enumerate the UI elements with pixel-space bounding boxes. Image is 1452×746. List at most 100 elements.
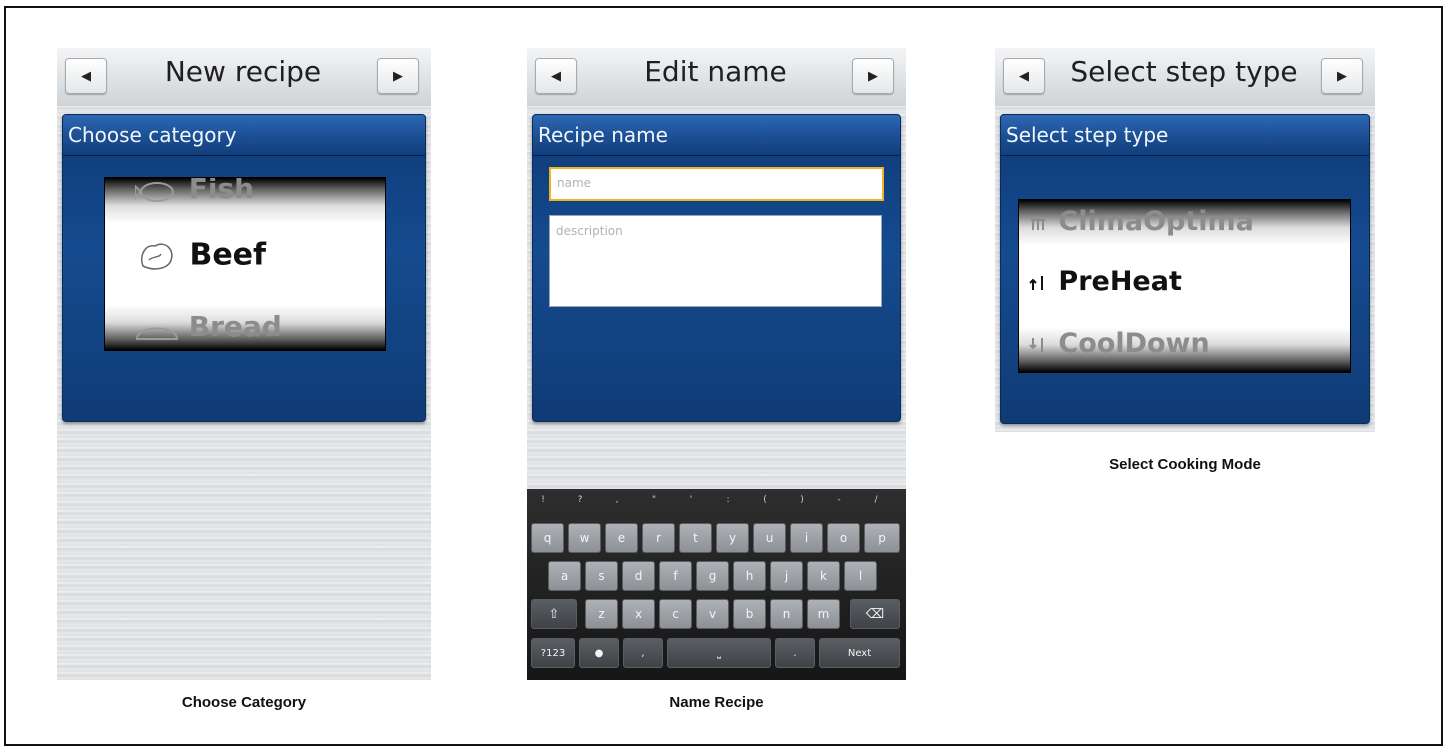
key-d[interactable]: d [622,561,655,591]
wheel-item-fish[interactable]: Fish [135,177,385,205]
screen-title: Select step type [1070,55,1298,88]
key-e[interactable]: e [605,523,638,553]
caption-select-cooking-mode: Select Cooking Mode [1109,456,1261,473]
key-j[interactable]: j [770,561,803,591]
onscreen-keyboard: ! ? , " ' : ( ) - / q w e r t y u i o p … [527,489,906,680]
cooldown-icon [1029,337,1043,352]
symbol-hint-row: ! ? , " ' : ( ) - / [527,495,906,513]
screen-select-step-type: ◀ Select step type ▶ Select step type Cl… [995,48,1375,432]
description-placeholder: description [556,224,623,238]
key-g[interactable]: g [696,561,729,591]
next-button[interactable]: ▶ [852,58,894,94]
wheel-item-label: Beef [189,237,267,273]
backspace-key[interactable]: ⌫ [850,599,900,629]
wheel-item-label: CoolDown [1058,328,1210,359]
prev-button[interactable]: ◀ [1003,58,1045,94]
top-bar: ◀ Edit name ▶ [527,48,906,106]
arrow-left-icon: ◀ [551,68,561,84]
preheat-icon [1029,275,1043,290]
key-n[interactable]: n [770,599,803,629]
mic-key[interactable]: ● [579,638,619,668]
key-q[interactable]: q [531,523,564,553]
symbol-hint: , [615,495,619,505]
key-z[interactable]: z [585,599,618,629]
top-bar: ◀ New recipe ▶ [57,48,431,106]
prev-button[interactable]: ◀ [535,58,577,94]
panel-title: Recipe name [538,123,668,147]
key-u[interactable]: u [753,523,786,553]
key-x[interactable]: x [622,599,655,629]
category-panel: Choose category Fish Beef Bread [62,114,426,422]
step-type-wheel[interactable]: ClimaOptima PreHeat CoolDown [1018,199,1351,373]
panel-title: Choose category [68,123,237,147]
key-w[interactable]: w [568,523,601,553]
key-v[interactable]: v [696,599,729,629]
next-button[interactable]: ▶ [1321,58,1363,94]
key-m[interactable]: m [807,599,840,629]
screen-title: New recipe [164,55,322,88]
symbol-hint: - [837,495,841,505]
top-bar: ◀ Select step type ▶ [995,48,1375,106]
next-key[interactable]: Next [819,638,900,668]
space-key[interactable]: ⎵ [667,638,771,668]
key-o[interactable]: o [827,523,860,553]
wheel-item-cooldown[interactable]: CoolDown [1027,328,1350,359]
key-s[interactable]: s [585,561,618,591]
key-b[interactable]: b [733,599,766,629]
caption-choose-category: Choose Category [181,694,307,711]
symbol-hint: / [874,495,878,505]
next-button[interactable]: ▶ [377,58,419,94]
wheel-item-label: Fish [188,177,255,205]
wheel-item-bread[interactable]: Bread [135,310,385,343]
key-k[interactable]: k [807,561,840,591]
comma-key[interactable]: , [623,638,663,668]
symbol-hint: ' [689,495,693,505]
shift-key[interactable]: ⇧ [531,599,577,629]
name-input[interactable]: name [549,167,884,201]
caption-name-recipe: Name Recipe [669,694,764,711]
screen-title: Edit name [644,55,787,88]
arrow-right-icon: ▶ [393,68,403,84]
symbol-hint: ! [541,495,545,505]
key-t[interactable]: t [679,523,712,553]
wheel-item-label: PreHeat [1058,266,1182,297]
screen-new-recipe: ◀ New recipe ▶ Choose category Fish Beef… [57,48,431,680]
step-type-panel: Select step type ClimaOptima PreHeat Coo… [1000,114,1370,424]
wheel-item-climaoptima[interactable]: ClimaOptima [1027,206,1350,237]
prev-button[interactable]: ◀ [65,58,107,94]
bread-icon [135,327,179,340]
arrow-right-icon: ▶ [1337,68,1347,84]
key-y[interactable]: y [716,523,749,553]
arrow-right-icon: ▶ [868,68,878,84]
wheel-item-label: Bread [188,310,282,343]
key-p[interactable]: p [864,523,900,553]
symbol-hint: ( [763,495,767,505]
recipe-name-panel: Recipe name name description [532,114,901,422]
wheel-item-beef[interactable]: Beef [135,236,385,276]
key-r[interactable]: r [642,523,675,553]
symbol-hint: ? [577,495,583,505]
key-i[interactable]: i [790,523,823,553]
key-c[interactable]: c [659,599,692,629]
symbol-hint: ) [800,495,804,505]
panel-title: Select step type [1006,123,1169,147]
key-l[interactable]: l [844,561,877,591]
key-f[interactable]: f [659,561,692,591]
arrow-left-icon: ◀ [81,68,91,84]
symbol-hint: " [651,495,657,505]
symbol-hint: : [726,495,730,505]
numbers-key[interactable]: ?123 [531,638,575,668]
key-h[interactable]: h [733,561,766,591]
arrow-left-icon: ◀ [1019,68,1029,84]
wheel-item-label: ClimaOptima [1058,206,1254,237]
screen-edit-name: ◀ Edit name ▶ Recipe name name descripti… [527,48,906,680]
beef-icon [140,243,173,270]
period-key[interactable]: . [775,638,815,668]
name-placeholder: name [557,176,592,190]
category-wheel[interactable]: Fish Beef Bread [104,177,386,351]
fish-icon [135,182,174,202]
wheel-item-preheat[interactable]: PreHeat [1027,266,1350,297]
key-a[interactable]: a [548,561,581,591]
clima-icon [1031,215,1045,230]
description-input[interactable]: description [549,215,882,307]
